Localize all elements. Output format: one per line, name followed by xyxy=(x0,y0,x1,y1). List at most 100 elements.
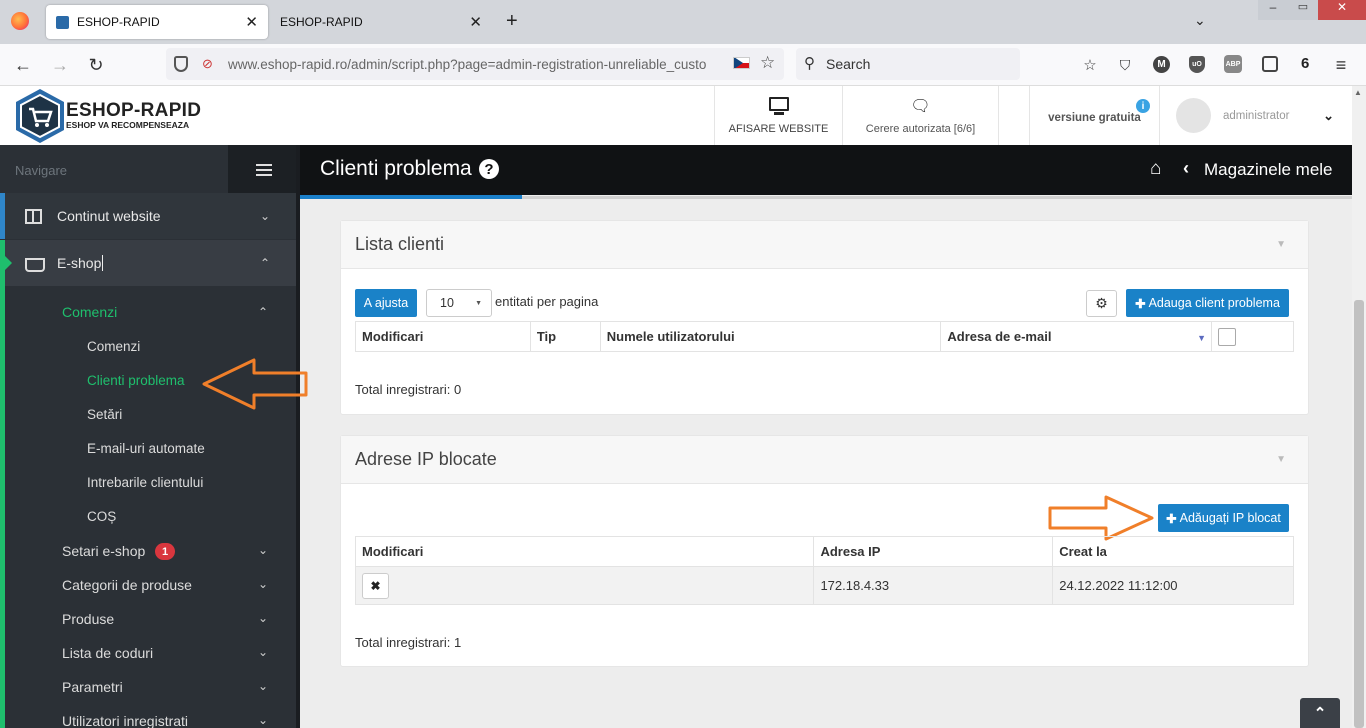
active-section-bar xyxy=(0,286,5,728)
view-website-button[interactable]: AFISARE WEBSITE xyxy=(714,86,842,145)
select-all-checkbox[interactable] xyxy=(1218,327,1237,346)
hamburger-menu-icon[interactable] xyxy=(228,145,300,195)
title-progress xyxy=(300,195,522,199)
ublock-icon[interactable]: uO xyxy=(1189,56,1205,73)
chat-icon: 🗨 xyxy=(910,98,931,115)
clients-total: Total inregistrari: 0 xyxy=(355,382,462,397)
adjust-button[interactable]: A ajusta xyxy=(355,289,417,317)
chevron-down-icon[interactable]: ⌄ xyxy=(1323,108,1334,124)
ip-address-cell: 172.18.4.33 xyxy=(813,566,1054,605)
help-icon[interactable]: ? xyxy=(479,159,499,179)
sidebar-item-setari-eshop[interactable]: Setari e-shop xyxy=(62,543,145,559)
sidebar-subitem-cos[interactable]: COȘ xyxy=(87,509,116,524)
add-blocked-ip-button[interactable]: ✚ Adăugați IP blocat xyxy=(1158,504,1289,532)
adblock-icon[interactable]: ABP xyxy=(1224,55,1242,73)
sidebar-border xyxy=(296,145,300,728)
sidebar-item-parametri[interactable]: Parametri xyxy=(62,679,123,695)
scroll-to-top-button[interactable]: ⌃ xyxy=(1300,698,1340,728)
column-header[interactable]: Numele utilizatorului xyxy=(599,321,942,352)
add-problem-client-button[interactable]: ✚ Adauga client problema xyxy=(1126,289,1289,317)
browser-tab[interactable]: ESHOP-RAPID ✕ xyxy=(270,5,492,39)
extension-count[interactable]: 6 xyxy=(1301,55,1309,72)
shield-icon[interactable] xyxy=(174,56,188,72)
clients-panel-title: Lista clienti xyxy=(355,234,445,254)
add-problem-client-label: Adauga client problema xyxy=(1148,296,1280,310)
sidebar-item-categorii[interactable]: Categorii de produse xyxy=(62,577,192,593)
sidebar-subitem-setari[interactable]: Setări xyxy=(87,407,122,422)
annotation-arrow-right xyxy=(1048,495,1154,541)
page-size-select[interactable]: 10 ▼ xyxy=(426,289,492,317)
column-header[interactable]: Adresa IP xyxy=(813,536,1054,567)
collapse-caret-icon[interactable]: ▼ xyxy=(1276,454,1286,465)
sort-desc-icon[interactable]: ▼ xyxy=(1197,333,1206,343)
delete-button[interactable]: ✖ xyxy=(362,572,389,599)
logo-cart-icon[interactable] xyxy=(14,88,66,144)
browser-tab-active[interactable]: ESHOP-RAPID ✕ xyxy=(46,5,268,39)
bookmark-star-icon[interactable]: ☆ xyxy=(760,53,775,73)
bookmarks-icon[interactable]: ☆ xyxy=(1077,52,1103,78)
blocked-ip-panel-header[interactable]: Adrese IP blocate ▼ xyxy=(341,436,1308,484)
sidebar-item-utilizatori[interactable]: Utilizatori inregistrati xyxy=(62,713,188,728)
url-bar[interactable]: www.eshop-rapid.ro/admin/script.php?page… xyxy=(166,48,784,80)
pocket-icon[interactable]: ⛉ xyxy=(1112,52,1138,78)
sidebar-subitem-comenzi[interactable]: Comenzi xyxy=(87,339,140,354)
list-tabs-icon[interactable]: ⌄ xyxy=(1194,12,1206,29)
info-icon[interactable]: i xyxy=(1136,99,1150,113)
close-tab-icon[interactable]: ✕ xyxy=(245,13,258,31)
column-header[interactable]: Creat la xyxy=(1052,536,1294,567)
minimize-icon[interactable]: – xyxy=(1258,0,1288,20)
tab-title: ESHOP-RAPID xyxy=(280,15,363,29)
breadcrumb-my-shops[interactable]: Magazinele mele xyxy=(1204,160,1333,180)
collapse-caret-icon[interactable]: ▼ xyxy=(1276,239,1286,250)
plus-icon: ✚ xyxy=(1135,296,1146,311)
clients-panel-header[interactable]: Lista clienti ▼ xyxy=(341,221,1308,269)
sidebar-item-comenzi[interactable]: Comenzi xyxy=(62,304,117,320)
maximize-icon[interactable]: ▭ xyxy=(1288,0,1318,20)
column-header[interactable]: Tip xyxy=(529,321,601,352)
column-header[interactable]: Modificari xyxy=(354,536,815,567)
back-icon[interactable]: ← xyxy=(10,52,36,78)
scrollbar-thumb[interactable] xyxy=(1354,300,1364,728)
sidebar-subitem-questions[interactable]: Intrebarile clientului xyxy=(87,475,203,490)
close-tab-icon[interactable]: ✕ xyxy=(469,13,482,31)
column-header[interactable]: Modificari xyxy=(355,321,531,352)
firefox-icon xyxy=(11,12,29,30)
new-tab-icon[interactable]: + xyxy=(506,10,518,33)
sidebar-subitem-emails[interactable]: E-mail-uri automate xyxy=(87,441,205,456)
settings-gears-button[interactable]: ⚙ xyxy=(1086,290,1117,317)
clients-table: Modificari Tip Numele utilizatorului Adr… xyxy=(355,321,1294,352)
home-icon[interactable]: ⌂ xyxy=(1150,158,1161,180)
user-menu[interactable]: administrator ⌄ xyxy=(1159,86,1352,145)
sidebar-item-produse[interactable]: Produse xyxy=(62,611,114,627)
menu-icon[interactable]: ≡ xyxy=(1328,52,1354,78)
tab-favicon-icon xyxy=(56,15,69,29)
sidebar-item-website[interactable]: Continut website ⌄ xyxy=(0,193,296,239)
sidebar-subitem-clienti-problema[interactable]: Clienti problema xyxy=(87,373,185,388)
table-row: ✖ 172.18.4.33 24.12.2022 11:12:00 xyxy=(354,566,1294,605)
version-box[interactable]: versiune gratuita xyxy=(1029,86,1159,145)
lock-icon[interactable]: ⊘ xyxy=(202,56,213,72)
logo-title[interactable]: ESHOP-RAPID xyxy=(66,100,201,122)
created-at-cell: 24.12.2022 11:12:00 xyxy=(1052,566,1294,605)
add-blocked-ip-label: Adăugați IP blocat xyxy=(1179,511,1281,525)
clients-panel: Lista clienti ▼ xyxy=(340,220,1309,415)
sidebar-item-eshop[interactable]: E-shop ⌃ xyxy=(0,240,296,286)
reload-icon[interactable]: ↻ xyxy=(83,52,109,78)
annotation-arrow-left xyxy=(202,358,308,410)
sidebar-item-coduri[interactable]: Lista de coduri xyxy=(62,645,153,661)
scroll-up-arrow-icon[interactable]: ▲ xyxy=(1354,88,1362,97)
search-input[interactable]: Search xyxy=(796,48,1020,80)
close-window-icon[interactable]: ✕ xyxy=(1318,0,1366,20)
auth-request-button[interactable]: 🗨 Cerere autorizata [6/6] xyxy=(842,86,998,145)
plus-icon: ✚ xyxy=(1166,511,1177,526)
forward-icon[interactable]: → xyxy=(47,52,73,78)
column-header[interactable]: Adresa de e-mail ▼ xyxy=(940,321,1213,352)
extension-m-icon[interactable]: M xyxy=(1153,56,1170,73)
monitor-icon xyxy=(768,96,789,111)
page-title: Clienti problema xyxy=(320,157,472,180)
screenshot-icon[interactable] xyxy=(1262,56,1278,72)
table-header-row: Modificari Adresa IP Creat la xyxy=(354,536,1294,567)
title-divider xyxy=(522,196,1352,199)
table-header-row: Modificari Tip Numele utilizatorului Adr… xyxy=(355,321,1294,352)
email-column-label: Adresa de e-mail xyxy=(947,329,1052,344)
